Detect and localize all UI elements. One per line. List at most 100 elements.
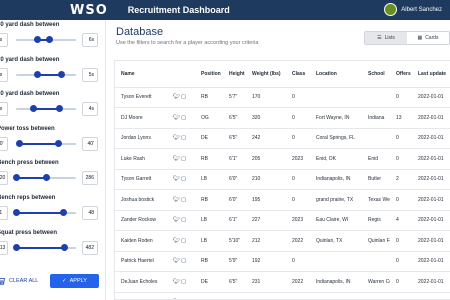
range-slider[interactable] xyxy=(13,243,76,251)
filter-max-input[interactable]: 4s xyxy=(82,102,98,117)
player-name[interactable]: Patrick Haertel xyxy=(115,251,167,272)
avatar[interactable] xyxy=(384,3,398,16)
filter-min-input[interactable]: 10' xyxy=(0,136,8,151)
slider-max-handle[interactable] xyxy=(56,105,64,113)
filter-max-input[interactable]: 5s xyxy=(82,67,98,82)
filter-min-input[interactable]: 11 xyxy=(0,206,8,220)
list-view-button[interactable]: ☰ Lists xyxy=(365,32,407,44)
twitter-icon[interactable]: 🐦︎ xyxy=(173,258,181,264)
player-name[interactable]: Jordan Lyons xyxy=(115,128,167,149)
range-slider[interactable] xyxy=(13,174,76,182)
cards-view-button[interactable]: ▦ Cards xyxy=(407,32,449,44)
player-name[interactable]: Luke Rash xyxy=(115,148,167,170)
user-menu[interactable]: Albert Sanchez xyxy=(384,3,442,16)
table-row[interactable]: DJ Moore 🐦︎▢ OG 6'5" 320 0 Fort Wayne, IN India… xyxy=(115,107,450,129)
column-header[interactable]: Height xyxy=(223,61,246,88)
clear-all-button[interactable]: CLEAR ALL xyxy=(0,274,40,288)
player-name[interactable]: Whit Johnson xyxy=(115,292,167,299)
table-cell: 195 xyxy=(246,189,286,211)
column-header[interactable]: Position xyxy=(195,61,223,88)
player-name[interactable]: Tyson Garrett xyxy=(115,169,167,190)
twitter-icon[interactable]: 🐦︎ xyxy=(173,94,181,100)
player-name[interactable]: DeJuan Echoles xyxy=(115,271,167,293)
table-row[interactable]: Luke Rash 🐦︎▢ RB 6'1" 205 2023 Enid, OK Enid 0 20… xyxy=(115,148,450,170)
player-name[interactable]: Kaiden Roden xyxy=(115,230,167,252)
filter-max-input[interactable]: 482 xyxy=(82,240,98,255)
slider-min-handle[interactable] xyxy=(13,209,20,216)
table-row[interactable]: Patrick Haertel🐦︎▢RB5'9"192002022-01-012… xyxy=(115,251,450,272)
column-header[interactable]: School xyxy=(362,61,390,88)
player-name[interactable]: Tyson Everett xyxy=(115,87,167,108)
slider-max-handle[interactable] xyxy=(46,36,53,43)
table-row[interactable]: Whit Johnson🐦︎▢WR6'0"1752022Centre, ALCh… xyxy=(115,292,450,299)
player-name[interactable]: Joshua bostick xyxy=(115,189,167,211)
table-row[interactable]: Zander Rockow 🐦︎▢ LB 6'1" 227 2023 Eau Claire,… xyxy=(115,210,450,231)
table-cell: Indianapolis, IN xyxy=(310,169,362,190)
table-row[interactable]: Joshua bostick 🐦︎▢ RB 6'0" 195 0 grand prairie… xyxy=(115,189,450,211)
range-slider[interactable] xyxy=(16,36,76,43)
video-icon[interactable]: ▢ xyxy=(181,135,187,141)
filter-range: Squat press between 213 482 xyxy=(0,230,106,264)
filter-min-input[interactable]: 120 xyxy=(0,171,8,186)
range-slider[interactable] xyxy=(13,209,76,216)
video-icon[interactable]: ▢ xyxy=(181,156,187,162)
filter-max-input[interactable]: 48 xyxy=(82,206,98,220)
slider-min-handle[interactable] xyxy=(29,105,37,113)
column-header[interactable]: Last update xyxy=(412,61,448,88)
table-row[interactable]: Jordan Lyons 🐦︎▢ DE 6'5" 242 0 Coral Springs, … xyxy=(115,128,450,149)
column-header[interactable]: Offers xyxy=(390,61,412,88)
table-row[interactable]: Tyson Everett🐦︎▢RB5'7"170002022-01-012.8… xyxy=(115,87,450,108)
video-icon[interactable]: ▢ xyxy=(181,115,187,121)
twitter-icon[interactable]: 🐦︎ xyxy=(173,197,181,203)
table-cell: Cherokee County xyxy=(362,292,390,299)
table-row[interactable]: DeJuan Echoles 🐦︎▢ DE 6'5" 231 2022 Indianapol… xyxy=(115,271,450,293)
column-header[interactable]: Weight (lbs) xyxy=(246,61,286,88)
slider-max-handle[interactable] xyxy=(58,70,65,78)
range-slider[interactable] xyxy=(16,139,76,147)
player-name[interactable]: DJ Moore xyxy=(115,107,167,129)
slider-min-handle[interactable] xyxy=(13,174,20,182)
filter-min-input[interactable]: 5s xyxy=(0,33,8,47)
player-name[interactable]: Zander Rockow xyxy=(115,210,167,231)
user-name[interactable]: Albert Sanchez xyxy=(401,7,442,13)
slider-max-handle[interactable] xyxy=(55,139,62,147)
column-header[interactable]: Name xyxy=(115,61,167,88)
slider-max-handle[interactable] xyxy=(61,243,68,251)
row-actions: 🐦︎▢ xyxy=(167,230,195,252)
filter-min-input[interactable]: 213 xyxy=(0,240,8,255)
column-header[interactable]: Class xyxy=(286,61,310,88)
slider-min-handle[interactable] xyxy=(13,243,20,251)
slider-min-handle[interactable] xyxy=(16,139,23,147)
twitter-icon[interactable]: 🐦︎ xyxy=(173,217,181,223)
apply-button[interactable]: ✓ APPLY xyxy=(50,274,99,288)
slider-min-handle[interactable] xyxy=(34,70,41,78)
twitter-icon[interactable]: 🐦︎ xyxy=(173,238,181,244)
slider-max-handle[interactable] xyxy=(43,174,50,182)
column-header[interactable]: Location xyxy=(310,61,362,88)
table-row[interactable]: Tyson Garrett 🐦︎▢ LB 6'0" 210 0 Indianapolis, … xyxy=(115,169,450,190)
video-icon[interactable]: ▢ xyxy=(181,238,187,244)
range-slider[interactable] xyxy=(16,70,76,78)
range-slider[interactable] xyxy=(16,105,76,113)
video-icon[interactable]: ▢ xyxy=(181,258,187,264)
filter-min-input[interactable]: 1s xyxy=(0,102,8,117)
row-actions: 🐦︎▢ xyxy=(167,128,195,149)
twitter-icon[interactable]: 🐦︎ xyxy=(173,135,181,141)
slider-min-handle[interactable] xyxy=(34,36,41,43)
filter-max-input[interactable]: 40' xyxy=(82,136,98,151)
twitter-icon[interactable]: 🐦︎ xyxy=(173,176,181,182)
filter-max-input[interactable]: 286 xyxy=(82,171,98,186)
table-row[interactable]: Kaiden Roden 🐦︎▢ LB 5'10" 212 2022 Quinlan, TX… xyxy=(115,230,450,252)
video-icon[interactable]: ▢ xyxy=(181,176,187,182)
twitter-icon[interactable]: 🐦︎ xyxy=(173,279,181,285)
filter-min-input[interactable]: 2s xyxy=(0,67,8,82)
video-icon[interactable]: ▢ xyxy=(181,279,187,285)
video-icon[interactable]: ▢ xyxy=(181,217,187,223)
filter-max-input[interactable]: 6s xyxy=(82,33,98,47)
main-panel: Database Use the filters to search for a… xyxy=(106,20,450,300)
twitter-icon[interactable]: 🐦︎ xyxy=(173,115,181,121)
twitter-icon[interactable]: 🐦︎ xyxy=(173,156,181,162)
video-icon[interactable]: ▢ xyxy=(181,197,187,203)
slider-max-handle[interactable] xyxy=(59,209,67,216)
video-icon[interactable]: ▢ xyxy=(181,94,187,100)
